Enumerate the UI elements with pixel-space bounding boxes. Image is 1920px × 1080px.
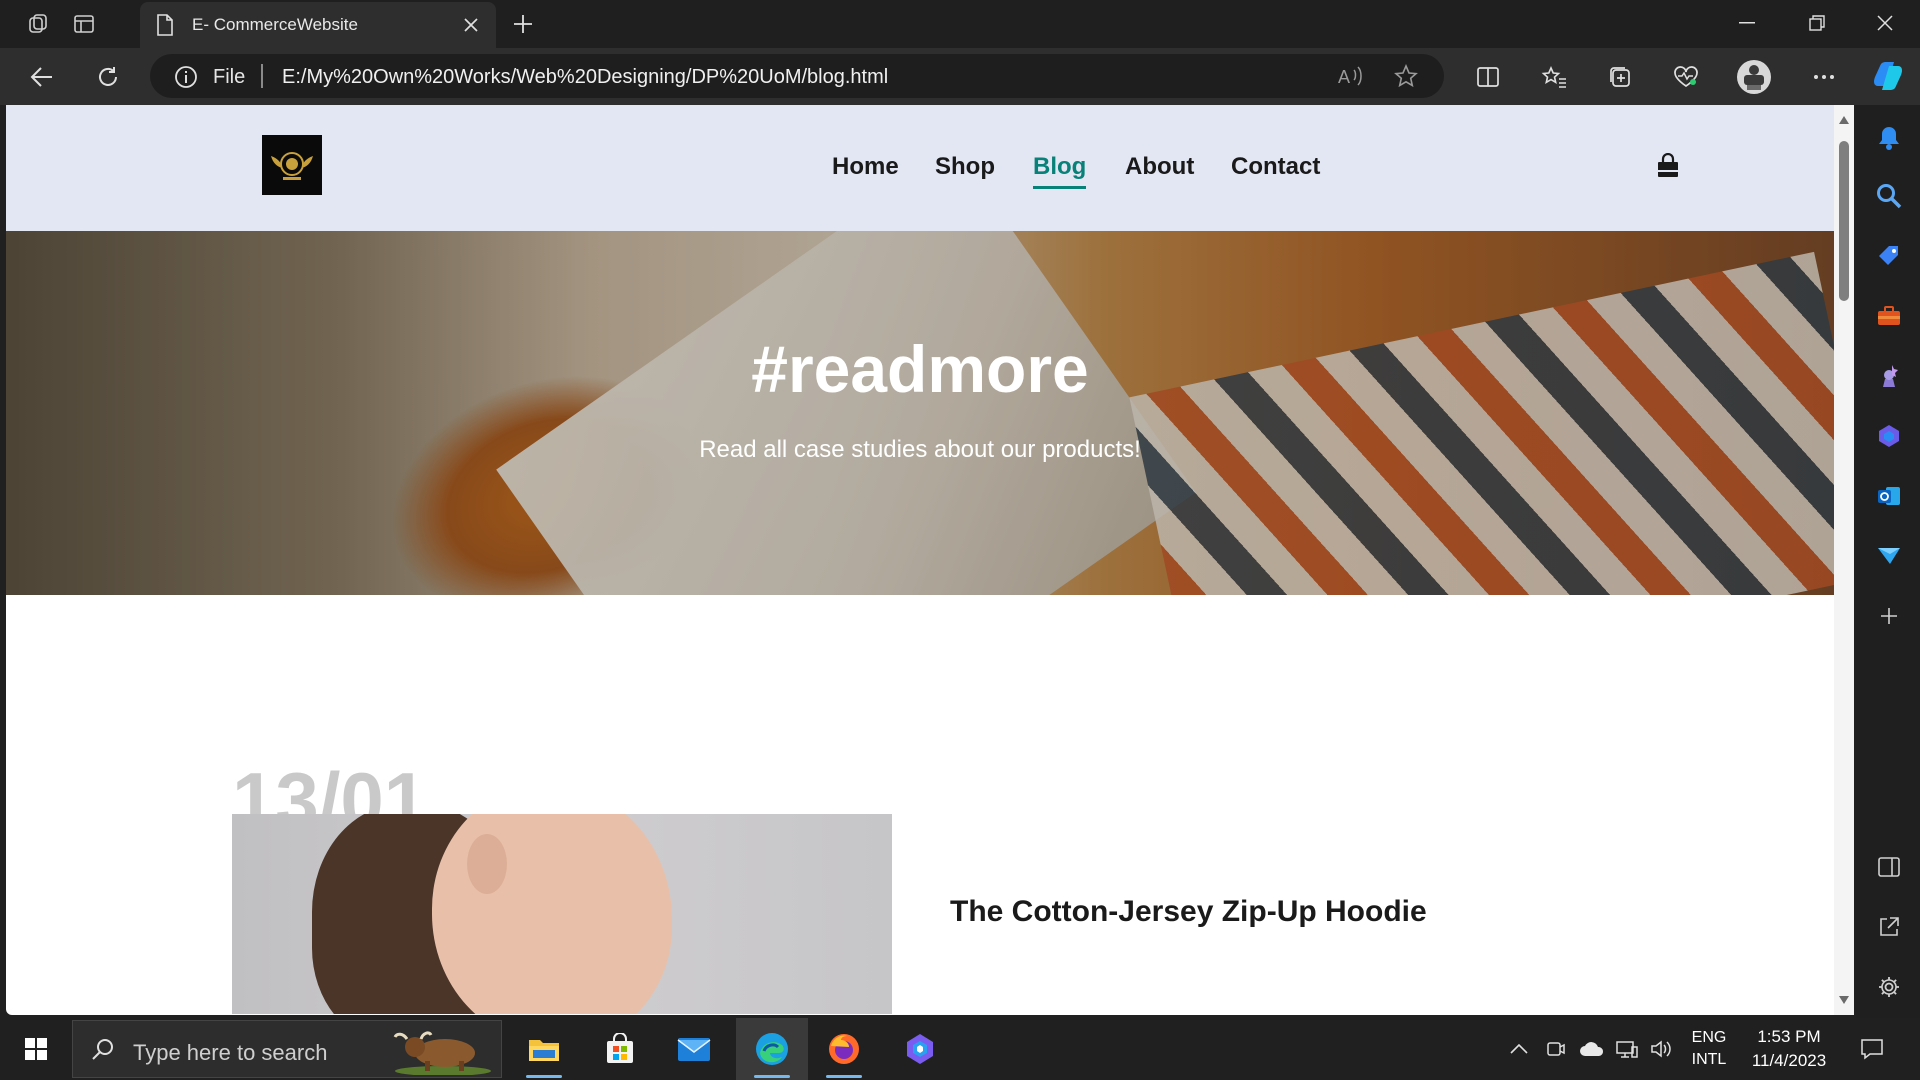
browser-toolbar: File E:/My%20Own%20Works/Web%20Designing… (0, 48, 1920, 105)
windows-taskbar: Type here to search ENG INTL 1:53 PM 11/… (0, 1018, 1920, 1080)
language-indicator[interactable]: ENG INTL (1682, 1018, 1736, 1080)
language-bottom: INTL (1691, 1051, 1727, 1068)
close-window-icon[interactable] (1850, 0, 1920, 46)
language-top: ENG (1691, 1029, 1727, 1046)
nav-about[interactable]: About (1125, 153, 1194, 181)
hero-banner: #readmore Read all case studies about ou… (6, 231, 1834, 595)
settings-gear-icon[interactable] (1874, 972, 1904, 1002)
vertical-tabs-icon[interactable] (68, 9, 100, 39)
nav-shop[interactable]: Shop (935, 153, 995, 181)
post-image[interactable] (232, 814, 892, 1014)
read-aloud-icon[interactable]: A (1338, 64, 1364, 93)
shopping-bag-icon[interactable] (1656, 152, 1680, 184)
microsoft-store-icon[interactable] (588, 1018, 652, 1080)
close-tab-icon[interactable] (458, 12, 484, 38)
back-icon[interactable] (24, 60, 60, 94)
add-sidebar-app-icon[interactable] (1874, 601, 1904, 631)
page-viewport: Home Shop Blog About Contact #readmore R… (6, 105, 1854, 1015)
notifications-icon[interactable] (1874, 123, 1904, 153)
copilot-icon[interactable] (1868, 56, 1908, 96)
notification-center-icon[interactable] (1852, 1018, 1892, 1080)
hide-sidebar-icon[interactable] (1874, 852, 1904, 882)
tab-title: E- CommerceWebsite (192, 15, 358, 34)
nav-home[interactable]: Home (832, 153, 899, 181)
site-logo[interactable] (262, 135, 322, 195)
windows-start-icon[interactable] (14, 1018, 58, 1080)
restore-icon[interactable] (1782, 0, 1852, 46)
firefox-icon[interactable] (812, 1018, 876, 1080)
address-url[interactable]: E:/My%20Own%20Works/Web%20Designing/DP%2… (282, 66, 888, 89)
site-info-icon[interactable] (174, 65, 198, 94)
shopping-tag-icon[interactable] (1874, 241, 1904, 271)
taskbar-search-box[interactable]: Type here to search (72, 1020, 502, 1078)
svg-text:A: A (1338, 67, 1350, 87)
copilot-taskbar-icon[interactable] (888, 1018, 952, 1080)
collections-icon[interactable] (1602, 60, 1638, 94)
address-divider (261, 64, 263, 88)
post-title: The Cotton-Jersey Zip-Up Hoodie (950, 895, 1427, 928)
tools-icon[interactable] (1874, 301, 1904, 331)
browser-title-bar: E- CommerceWebsite (0, 0, 1920, 48)
meet-now-icon[interactable] (1540, 1018, 1570, 1080)
volume-icon[interactable] (1646, 1018, 1676, 1080)
open-external-icon[interactable] (1874, 912, 1904, 942)
tab-ecommerce[interactable]: E- CommerceWebsite (140, 2, 496, 48)
scrollbar-thumb[interactable] (1839, 141, 1849, 301)
search-icon[interactable] (1874, 181, 1904, 211)
clock-date: 11/4/2023 (1751, 1051, 1827, 1070)
favorites-icon[interactable] (1536, 60, 1572, 94)
new-tab-icon[interactable] (508, 9, 538, 39)
hero-subtitle: Read all case studies about our products… (699, 436, 1141, 463)
scroll-down-icon[interactable] (1838, 995, 1850, 1005)
profile-avatar[interactable] (1736, 60, 1772, 94)
clock[interactable]: 1:53 PM 11/4/2023 (1740, 1018, 1838, 1080)
page-scrollbar[interactable] (1834, 105, 1854, 1015)
outlook-icon[interactable] (1874, 481, 1904, 511)
scroll-up-icon[interactable] (1838, 115, 1850, 125)
address-scheme-label: File (213, 66, 246, 88)
copilot-sidebar-icon[interactable] (1874, 421, 1904, 451)
site-header: Home Shop Blog About Contact (6, 105, 1834, 231)
nav-blog[interactable]: Blog (1033, 153, 1087, 189)
browser-essentials-icon[interactable] (1668, 60, 1704, 94)
onedrive-cloud-icon[interactable] (1576, 1018, 1608, 1080)
hero-title: #readmore (751, 332, 1089, 406)
show-hidden-icons-chevron-icon[interactable] (1504, 1018, 1534, 1080)
search-icon (91, 1037, 115, 1066)
minimize-icon[interactable] (1712, 0, 1782, 46)
split-screen-icon[interactable] (1470, 60, 1506, 94)
document-icon (156, 14, 174, 41)
clock-time: 1:53 PM (1757, 1027, 1821, 1046)
search-placeholder: Type here to search (133, 1040, 328, 1065)
workspaces-icon[interactable] (22, 9, 54, 39)
more-options-icon[interactable] (1806, 60, 1842, 94)
games-icon[interactable] (1874, 361, 1904, 391)
edge-sidebar (1856, 105, 1920, 1018)
nav-contact[interactable]: Contact (1231, 153, 1320, 181)
mail-icon[interactable] (662, 1018, 726, 1080)
network-icon[interactable] (1612, 1018, 1642, 1080)
file-explorer-icon[interactable] (512, 1018, 576, 1080)
address-bar[interactable]: File E:/My%20Own%20Works/Web%20Designing… (150, 54, 1444, 98)
refresh-icon[interactable] (90, 60, 126, 94)
send-icon[interactable] (1874, 541, 1904, 571)
edge-browser-icon[interactable] (736, 1018, 808, 1080)
favorite-star-icon[interactable] (1394, 63, 1418, 93)
search-highlight-illustration (393, 1025, 493, 1076)
blog-post: 13/01 The Cotton-Jersey Zip-Up Hoodie (6, 595, 1834, 1015)
